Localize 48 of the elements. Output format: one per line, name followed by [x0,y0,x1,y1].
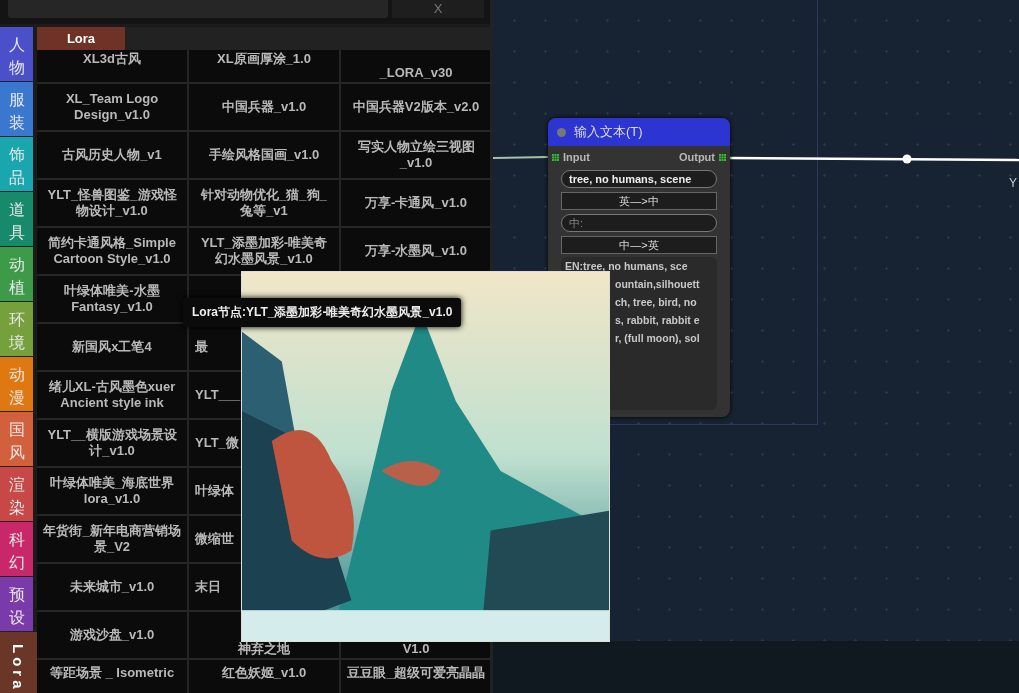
grid-cell[interactable]: 年货街_新年电商营销场景_V2 [37,516,187,562]
grid-cell[interactable]: 中国兵器V2版本_v2.0 [341,84,490,130]
port-label: Output [678,151,715,163]
grid-cell[interactable]: XL原画厚涂_1.0 [189,50,339,82]
category-tab[interactable]: 道具 [0,192,33,247]
grid-cell[interactable]: XL3d古风 [37,50,187,82]
prompt-field[interactable]: tree, no humans, scene [561,170,717,188]
canvas-label: Y [1009,176,1017,190]
chinese-field[interactable]: 中: [561,214,717,232]
grid-cell[interactable]: 未来城市_v1.0 [37,564,187,610]
collapse-dot-icon[interactable] [557,127,566,137]
port-grid-icon[interactable] [719,153,726,161]
grid-cell[interactable]: 叶绿体唯美-水墨 Fantasy_v1.0 [37,276,187,322]
grid-cell[interactable]: 中国兵器_v1.0 [189,84,339,130]
grid-cell[interactable]: 万享-水墨风_v1.0 [341,228,490,274]
grid-cell[interactable]: 古风历史人物_v1 [37,132,187,178]
grid-cell[interactable]: 游戏沙盘_v1.0 [37,612,187,658]
node-title: 输入文本(T) [574,123,643,141]
grid-cell[interactable]: 绪儿XL-古风墨色xuer Ancient style ink [37,372,187,418]
grid-cell[interactable]: 叶绿体唯美_海底世界lora_v1.0 [37,468,187,514]
connection-wire [492,156,549,159]
lora-tab[interactable]: Lora [37,27,125,50]
translate-button[interactable]: 中—>英 [561,236,717,254]
port-label: Input [563,151,590,163]
grid-cell[interactable]: 新国风x工笔4 [37,324,187,370]
category-tab[interactable]: 预设 [0,577,33,632]
grid-cell[interactable]: 简约卡通风格_Simple Cartoon Style_v1.0 [37,228,187,274]
category-tab[interactable]: Lora [0,632,37,693]
grid-cell[interactable]: 针对动物优化_猫_狗_兔等_v1 [189,180,339,226]
category-tab[interactable]: 人物 [0,27,33,82]
grid-cell[interactable]: YLT_添墨加彩-唯美奇幻水墨风景_v1.0 [189,228,339,274]
clear-button[interactable]: X [392,0,484,18]
grid-cell[interactable]: _LORA_v30 [341,50,490,82]
grid-cell[interactable]: 豆豆眼_超级可爱亮晶晶 [341,660,490,693]
grid-cell[interactable]: 等距场景 _ Isometric [37,660,187,693]
category-tab[interactable]: 服装 [0,82,33,137]
grid-cell[interactable]: 万享-卡通风_v1.0 [341,180,490,226]
grid-cell[interactable]: YLT__横版游戏场景设计_v1.0 [37,420,187,466]
grid-cell[interactable]: YLT_怪兽图鉴_游戏怪物设计_v1.0 [37,180,187,226]
grid-cell[interactable]: 红色妖姬_v1.0 [189,660,339,693]
category-tab[interactable]: 渲染 [0,467,33,522]
port-grid-icon[interactable] [552,153,559,161]
tooltip: Lora节点:YLT_添墨加彩-唯美奇幻水墨风景_v1.0 [183,298,462,327]
grid-cell[interactable]: 写实人物立绘三视图_v1.0 [341,132,490,178]
grid-cell[interactable]: XL_Team Logo Design_v1.0 [37,84,187,130]
translate-button[interactable]: 英—>中 [561,192,717,210]
grid-cell[interactable]: 手绘风格国画_v1.0 [189,132,339,178]
category-tab[interactable]: 科幻 [0,522,33,577]
